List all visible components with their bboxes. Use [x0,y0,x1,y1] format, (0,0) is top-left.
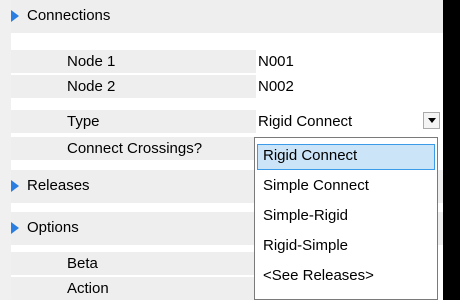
property-name: Node 2 [11,75,256,98]
property-name-label: Action [67,280,109,297]
category-label: Releases [27,177,90,194]
property-name-label: Connect Crossings? [67,140,203,157]
category-label: Options [27,219,79,236]
dropdown-option-rigid-simple[interactable]: Rigid-Simple [257,234,435,260]
right-edge [443,0,460,300]
property-name: Action [11,277,256,300]
chevron-down-icon [428,118,436,123]
property-name: Beta [11,252,256,275]
category-connections[interactable]: Connections [11,0,443,33]
type-select-value: Rigid Connect [258,113,353,130]
property-value-text: N002 [258,78,294,95]
dropdown-option-rigid-connect[interactable]: Rigid Connect [257,144,435,170]
dropdown-option-label: Rigid-Simple [263,237,349,254]
property-name-label: Type [67,113,100,130]
category-label: Connections [27,7,111,24]
expand-triangle-icon[interactable] [11,180,19,192]
property-value-node2[interactable]: N002 [256,75,443,98]
property-row-type[interactable]: Type Rigid Connect [11,110,443,133]
type-dropdown-list[interactable]: Rigid Connect Simple Connect Simple-Rigi… [254,137,438,300]
type-select[interactable]: Rigid Connect [256,110,443,133]
dropdown-toggle-button[interactable] [423,112,440,129]
property-name-label: Beta [67,255,98,272]
property-name: Connect Crossings? [11,137,256,160]
dropdown-option-simple-rigid[interactable]: Simple-Rigid [257,204,435,230]
property-name-label: Node 1 [67,53,116,70]
property-name: Node 1 [11,50,256,73]
dropdown-option-label: <See Releases> [263,267,374,284]
property-name-label: Node 2 [67,78,116,95]
dropdown-option-label: Simple Connect [263,177,369,194]
property-value-text: N001 [258,53,294,70]
dropdown-option-see-releases[interactable]: <See Releases> [257,264,435,290]
dropdown-option-label: Simple-Rigid [263,207,349,224]
property-row-node2[interactable]: Node 2 N002 [11,75,443,98]
left-margin-strip [0,0,11,300]
properties-panel: Connections Node 1 N001 Node 2 N002 Type [0,0,460,300]
property-name: Type [11,110,256,133]
dropdown-option-label: Rigid Connect [263,147,358,164]
property-row-node1[interactable]: Node 1 N001 [11,50,443,73]
expand-triangle-icon[interactable] [11,10,19,22]
dropdown-option-simple-connect[interactable]: Simple Connect [257,174,435,200]
expand-triangle-icon[interactable] [11,222,19,234]
type-select-box[interactable]: Rigid Connect [256,110,443,133]
property-value-node1[interactable]: N001 [256,50,443,73]
